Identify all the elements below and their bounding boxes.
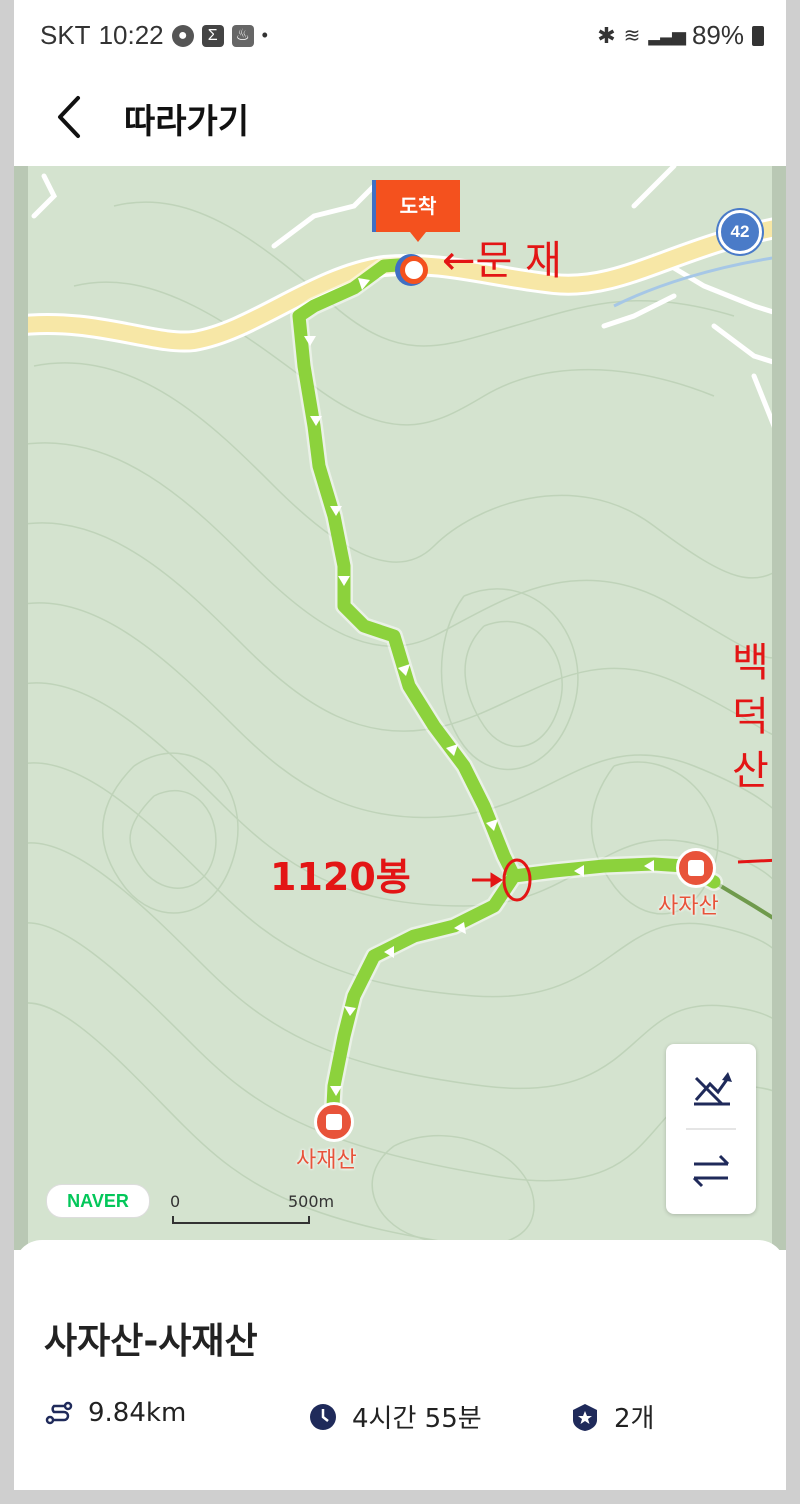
route-distance-icon: [45, 1401, 73, 1425]
battery-percent: 89%: [691, 20, 744, 50]
peak-marker-sajaesan[interactable]: [314, 1102, 354, 1142]
checkpoint-stat: 2개: [570, 1398, 654, 1435]
checkpoint-count: 2개: [614, 1404, 655, 1434]
carrier-label: SKT: [40, 20, 91, 50]
app-header: 따라가기: [14, 76, 786, 166]
map-scale: 0 500m: [170, 1192, 334, 1224]
scale-end-label: 500m: [288, 1192, 335, 1211]
route-title: 사자산-사재산: [44, 1321, 258, 1362]
more-notifications-icon: •: [261, 25, 268, 45]
annotation-1120: 1120봉: [270, 855, 411, 899]
peak-badge-icon: [573, 1403, 597, 1431]
annotation-munjae: ←문 재: [442, 238, 562, 284]
map-view[interactable]: 42 도착 ←문 재 1120봉 백덕산 사자산 사재산 NAVER 0 500…: [14, 166, 786, 1250]
peak-label-sajasan: 사자산: [658, 894, 719, 919]
bottom-bar: [0, 1490, 800, 1504]
distance-stat: 9.84km: [44, 1398, 186, 1428]
annotation-baekdeoksan: 백덕산: [732, 640, 769, 794]
duration-stat: 4시간 55분: [308, 1398, 482, 1435]
destination-marker[interactable]: [400, 256, 428, 284]
peak-label-sajaesan: 사재산: [296, 1148, 357, 1173]
scale-bar: [172, 1216, 310, 1224]
battery-icon: [752, 25, 764, 46]
status-left: SKT 10:22 ● Σ ♨ •: [40, 20, 268, 51]
map-controls: [666, 1044, 756, 1214]
clock: 10:22: [98, 20, 164, 50]
app-frame: SKT 10:22 ● Σ ♨ • ✱ ≋ ▂▃▅ 89% 따라가기 42 도착…: [14, 0, 786, 1504]
bluetooth-icon: ✱: [597, 22, 616, 48]
wifi-icon: ≋: [623, 25, 641, 47]
peak-marker-sajasan[interactable]: [676, 848, 716, 888]
route-info-sheet: 사자산-사재산 9.84km 4시간 55분 2개: [14, 1240, 786, 1504]
left-shade: [14, 166, 28, 1250]
chrome-icon: ●: [171, 24, 194, 47]
status-bar: SKT 10:22 ● Σ ♨ • ✱ ≋ ▂▃▅ 89%: [14, 0, 786, 76]
naver-logo: NAVER: [46, 1184, 150, 1218]
distance-value: 9.84km: [88, 1398, 187, 1428]
sigma-icon: Σ: [201, 24, 224, 47]
signal-icon: ▂▃▅: [648, 25, 686, 45]
destination-flag[interactable]: 도착: [372, 180, 460, 242]
back-arrow-icon[interactable]: [50, 92, 90, 142]
clock-icon: [310, 1403, 336, 1430]
status-right: ✱ ≋ ▂▃▅ 89%: [597, 20, 764, 51]
road-42-badge: 42: [718, 210, 762, 254]
bulb-icon: ♨: [231, 24, 254, 47]
duration-value: 4시간 55분: [352, 1404, 482, 1434]
page-title: 따라가기: [124, 102, 250, 142]
scale-start-label: 0: [170, 1192, 181, 1211]
elevation-toggle-icon[interactable]: [666, 1044, 756, 1128]
reverse-direction-icon[interactable]: [666, 1130, 756, 1214]
